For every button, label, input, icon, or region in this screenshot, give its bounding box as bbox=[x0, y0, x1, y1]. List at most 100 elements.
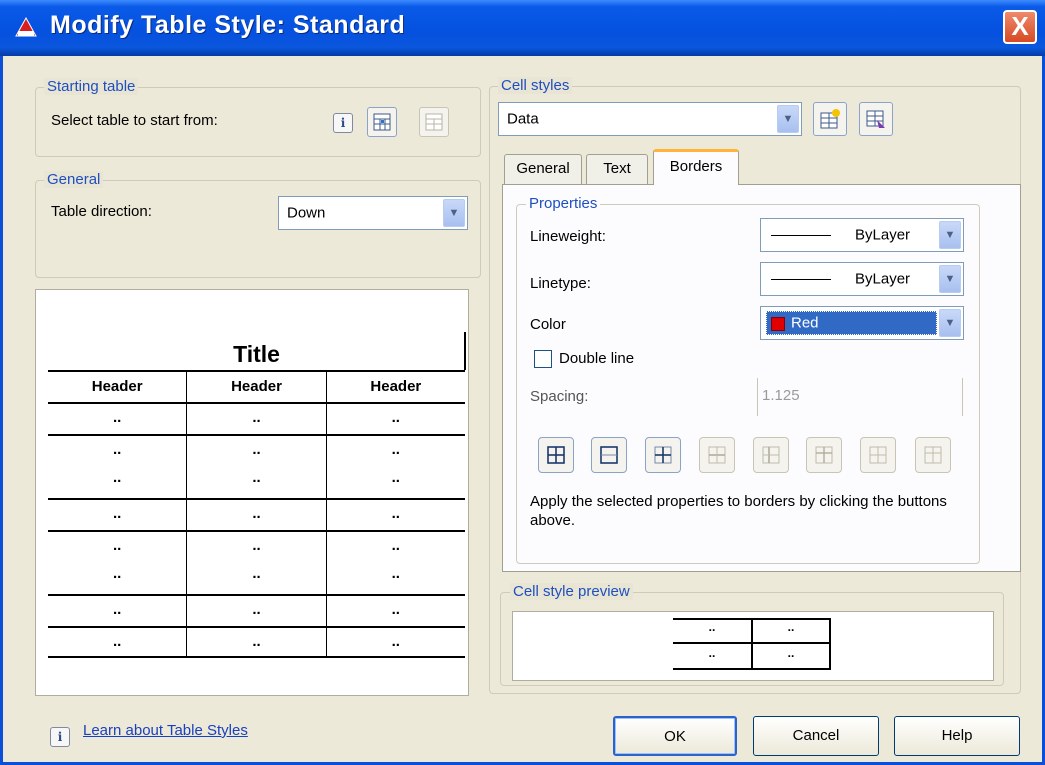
left-border-button[interactable] bbox=[915, 437, 951, 473]
preview-cell: .. bbox=[325, 596, 465, 626]
outside-borders-button[interactable] bbox=[591, 437, 627, 473]
table-direction-label: Table direction: bbox=[51, 203, 152, 220]
linetype-value: ByLayer bbox=[855, 270, 911, 288]
all-borders-icon bbox=[547, 446, 565, 464]
bottom-border-button[interactable] bbox=[860, 437, 896, 473]
preview-cell: .... bbox=[112, 537, 122, 582]
table-preview: Title Header Header Header .. .. .. ....… bbox=[35, 289, 469, 696]
spacing-input[interactable]: 1.125 bbox=[757, 378, 963, 416]
double-line-checkbox[interactable] bbox=[534, 350, 552, 368]
preview-cell: .. bbox=[186, 500, 325, 530]
preview-cell: .. bbox=[112, 601, 122, 618]
starting-table-legend: Starting table bbox=[44, 78, 139, 95]
preview-header-row: Header Header Header bbox=[48, 370, 465, 402]
ok-button[interactable]: OK bbox=[613, 716, 737, 756]
tab-general[interactable]: General bbox=[504, 154, 582, 184]
cell-style-select[interactable]: Data ▼ bbox=[498, 102, 802, 136]
preview-cell: .... bbox=[186, 532, 325, 594]
chevron-down-icon[interactable]: ▼ bbox=[443, 199, 465, 227]
preview-cell: .... bbox=[325, 532, 465, 594]
preview-cell: .. bbox=[112, 633, 122, 650]
preview-cell: .... bbox=[186, 436, 325, 498]
preview-row: .. .. .. bbox=[48, 498, 465, 530]
preview-header-cell: Header bbox=[186, 372, 325, 402]
tab-text[interactable]: Text bbox=[586, 154, 648, 184]
inside-horizontal-icon bbox=[708, 446, 726, 464]
preview-cell: .... bbox=[325, 436, 465, 498]
preview-cell: .. bbox=[787, 620, 795, 634]
all-borders-button[interactable] bbox=[538, 437, 574, 473]
preview-header-cell: Header bbox=[325, 372, 465, 402]
preview-cell: .. bbox=[186, 596, 325, 626]
select-table-label: Select table to start from: bbox=[51, 112, 218, 129]
cancel-button[interactable]: Cancel bbox=[753, 716, 879, 756]
preview-cell: .. bbox=[325, 628, 465, 656]
inside-borders-button[interactable] bbox=[645, 437, 681, 473]
title-bar[interactable]: Modify Table Style: Standard X bbox=[0, 0, 1045, 56]
preview-cell: .. bbox=[186, 404, 325, 434]
select-table-button[interactable] bbox=[367, 107, 397, 137]
close-button[interactable]: X bbox=[1003, 10, 1037, 44]
help-button[interactable]: Help bbox=[894, 716, 1020, 756]
cell-style-preview-grid: .. .. .. .. bbox=[673, 618, 833, 670]
preview-cell: .. bbox=[787, 646, 795, 660]
preview-header-cell: Header bbox=[91, 378, 143, 395]
cell-style-value: Data bbox=[507, 110, 539, 128]
preview-row: .. .. .. bbox=[48, 626, 465, 658]
lineweight-label: Lineweight: bbox=[530, 228, 606, 245]
color-label: Color bbox=[530, 316, 566, 333]
bottom-border-icon bbox=[869, 446, 887, 464]
preview-row: .... .... .... bbox=[48, 434, 465, 498]
borders-note: Apply the selected properties to borders… bbox=[530, 493, 947, 529]
inside-borders-icon bbox=[654, 446, 672, 464]
cell-styles-legend: Cell styles bbox=[498, 77, 573, 94]
remove-table-button[interactable] bbox=[419, 107, 449, 137]
modify-table-style-dialog: Modify Table Style: Standard X Starting … bbox=[0, 0, 1045, 765]
inside-vertical-border-button[interactable] bbox=[753, 437, 789, 473]
preview-row: .... .... .... bbox=[48, 530, 465, 594]
preview-cell: .. bbox=[112, 505, 122, 522]
preview-cell: .. bbox=[325, 500, 465, 530]
inside-vertical-icon bbox=[762, 446, 780, 464]
preview-cell: .. bbox=[708, 646, 716, 660]
lineweight-value: ByLayer bbox=[855, 226, 911, 244]
tab-borders[interactable]: Borders bbox=[653, 149, 739, 185]
info-icon[interactable]: i bbox=[333, 113, 353, 133]
properties-legend: Properties bbox=[526, 195, 601, 212]
chevron-down-icon[interactable]: ▼ bbox=[939, 309, 961, 337]
color-select[interactable]: Red ▼ bbox=[760, 306, 964, 340]
lineweight-select[interactable]: ByLayer ▼ bbox=[760, 218, 964, 252]
preview-row: .. .. .. bbox=[48, 402, 465, 434]
preview-cell: .. bbox=[708, 620, 716, 634]
preview-cell: .. bbox=[325, 404, 465, 434]
preview-title: Title bbox=[233, 341, 280, 367]
create-cell-style-button[interactable] bbox=[813, 102, 847, 136]
preview-row: .. .. .. bbox=[48, 594, 465, 626]
spacing-label: Spacing: bbox=[530, 388, 589, 405]
chevron-down-icon[interactable]: ▼ bbox=[939, 265, 961, 293]
color-value: Red bbox=[791, 314, 819, 332]
cell-style-preview-legend: Cell style preview bbox=[510, 583, 633, 600]
table-direction-select[interactable]: Down ▼ bbox=[278, 196, 468, 230]
no-border-icon bbox=[815, 446, 833, 464]
linetype-label: Linetype: bbox=[530, 275, 591, 292]
info-icon[interactable]: i bbox=[50, 727, 70, 747]
color-swatch bbox=[771, 317, 785, 331]
manage-cell-styles-button[interactable] bbox=[859, 102, 893, 136]
preview-cell: .. bbox=[112, 409, 122, 426]
no-border-button[interactable] bbox=[806, 437, 842, 473]
table-direction-value: Down bbox=[287, 204, 326, 222]
outside-borders-icon bbox=[600, 446, 618, 464]
chevron-down-icon[interactable]: ▼ bbox=[939, 221, 961, 249]
cell-style-preview-box: .. .. .. .. bbox=[512, 611, 994, 681]
spacing-value: 1.125 bbox=[762, 387, 800, 404]
chevron-down-icon[interactable]: ▼ bbox=[777, 105, 799, 133]
learn-table-styles-link[interactable]: Learn about Table Styles bbox=[83, 722, 248, 739]
window-title: Modify Table Style: Standard bbox=[50, 11, 406, 39]
general-legend: General bbox=[44, 171, 104, 188]
app-icon bbox=[15, 16, 37, 37]
linetype-select[interactable]: ByLayer ▼ bbox=[760, 262, 964, 296]
inside-horizontal-border-button[interactable] bbox=[699, 437, 735, 473]
preview-cell: .... bbox=[112, 441, 122, 486]
preview-cell: .. bbox=[186, 628, 325, 656]
